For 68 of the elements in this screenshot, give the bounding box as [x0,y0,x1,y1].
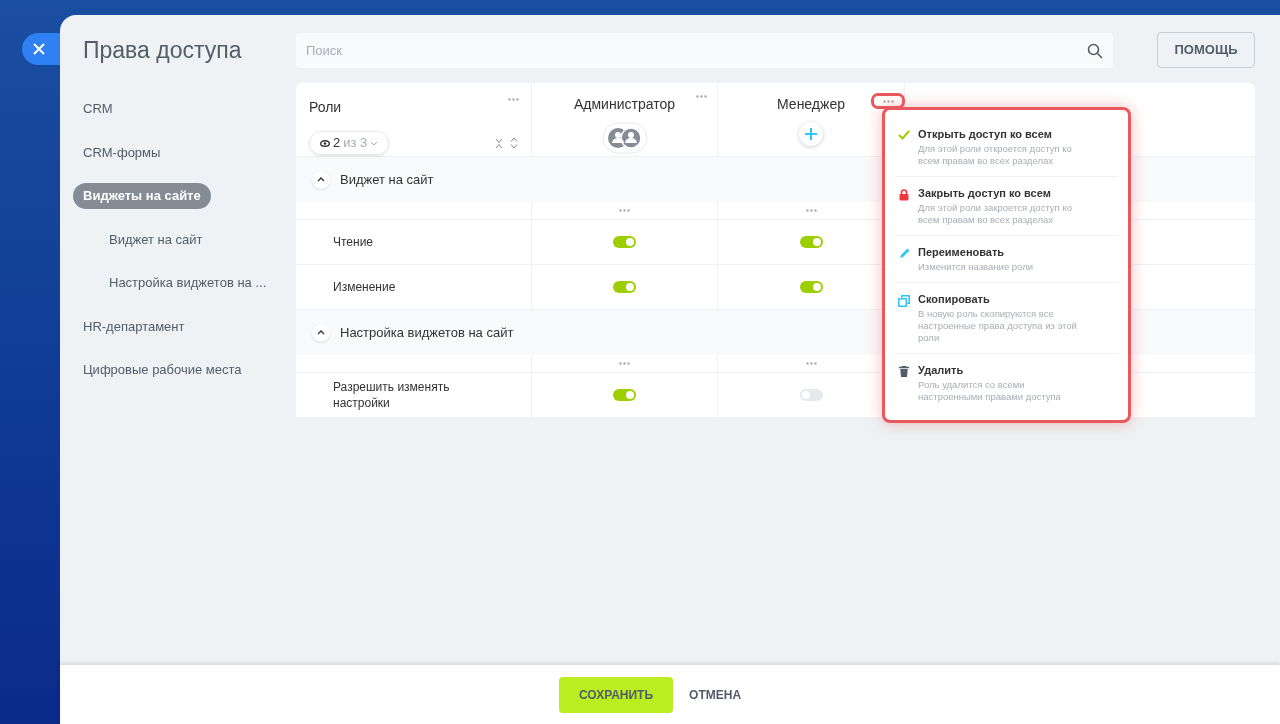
permission-label: Чтение [333,234,374,250]
plus-icon [805,128,817,140]
menu-item[interactable]: Закрыть доступ ко всем Для этой роли закроется доступ ко всем правам во всех разделах [895,177,1118,236]
close-button[interactable] [22,33,60,65]
role-name: Менеджер [777,95,845,114]
toggle-switch[interactable] [613,389,636,401]
menu-item-description: Изменится название роли [918,261,1035,273]
help-button[interactable]: ПОМОЩЬ [1157,32,1255,68]
expand-icon[interactable] [510,137,518,149]
roles-heading: Роли [309,98,342,117]
toggle-switch[interactable] [613,281,636,293]
menu-item-description: Для этой роли закроется доступ ко всем правам во всех разделах [918,202,1073,226]
permission-label: Изменение [333,279,396,295]
more-icon[interactable] [696,95,707,98]
search-field[interactable]: Поиск [296,32,1113,68]
menu-item-description: В новую роль скопируются все настроенные права доступа из этой роли [918,308,1078,344]
menu-item[interactable]: Удалить Роль удалится со всеми настроенными правами доступа [895,354,1118,412]
toggle-switch[interactable] [799,281,823,293]
page-title: Права доступа [82,35,243,65]
trash-icon [899,366,909,377]
menu-item[interactable]: Переименовать Изменится название роли [895,236,1118,283]
menu-item-title: Открыть доступ ко всем [918,127,1053,141]
lock-icon [899,189,909,201]
section-title: Настройка виджетов на сайт [340,323,514,342]
permission-label: Разрешить изменять настройки [333,379,451,411]
more-icon[interactable] [805,209,817,212]
menu-item[interactable]: Скопировать В новую роль скопируются все настроенные права доступа из этой роли [895,283,1118,354]
toggle-switch[interactable] [613,236,636,248]
search-icon[interactable] [1087,42,1103,59]
close-icon [33,43,45,55]
menu-item-description: Для этой роли откроется доступ ко всем правам во всех разделах [918,143,1073,167]
more-icon[interactable] [882,99,894,103]
cancel-button[interactable]: ОТМЕНА [689,685,742,704]
more-button[interactable] [871,93,905,109]
menu-item-title: Скопировать [918,292,991,306]
more-icon[interactable] [619,362,630,365]
menu-item-title: Закрыть доступ ко всем [918,186,1052,200]
sidebar-item[interactable]: Виджет на сайт [99,226,213,252]
checkmark-icon [898,130,910,140]
more-icon[interactable] [619,209,630,212]
menu-item-description: Роль удалится со всеми настроенными правами доступа [918,379,1062,403]
more-icon[interactable] [508,98,519,101]
section-title: Виджет на сайт [340,170,434,189]
collapse-button[interactable] [312,323,330,342]
add-button[interactable] [799,122,823,146]
menu-item-title: Удалить [918,363,965,377]
sidebar-item[interactable]: HR-департамент [73,313,195,339]
sidebar-item[interactable]: Виджеты на сайте [73,183,211,209]
collapse-button[interactable] [312,170,330,189]
role-name: Администратор [574,95,675,114]
toggle-switch[interactable] [799,389,823,401]
copy-icon [898,295,910,307]
chevron-icon [317,177,325,182]
chevron-down-icon [370,140,379,146]
menu-item[interactable]: Открыть доступ ко всем Для этой роли откроется доступ ко всем правам во всех разделах [895,118,1118,177]
sidebar-item[interactable]: CRM [73,96,123,122]
pencil-icon [898,248,910,259]
toggle-switch[interactable] [799,236,823,248]
collapse-icon[interactable] [495,137,503,149]
menu-item-title: Переименовать [918,245,1006,259]
save-button[interactable]: СОХРАНИТЬ [558,676,674,713]
sidebar-item[interactable]: CRM-формы [73,139,171,165]
eye-icon [320,139,330,147]
more-icon[interactable] [805,362,817,365]
user-avatars-icon [601,122,648,154]
sidebar-item[interactable]: Настройка виджетов на ... [99,270,277,296]
chevron-icon [317,330,325,335]
sidebar-item[interactable]: Цифровые рабочие места [73,357,252,383]
